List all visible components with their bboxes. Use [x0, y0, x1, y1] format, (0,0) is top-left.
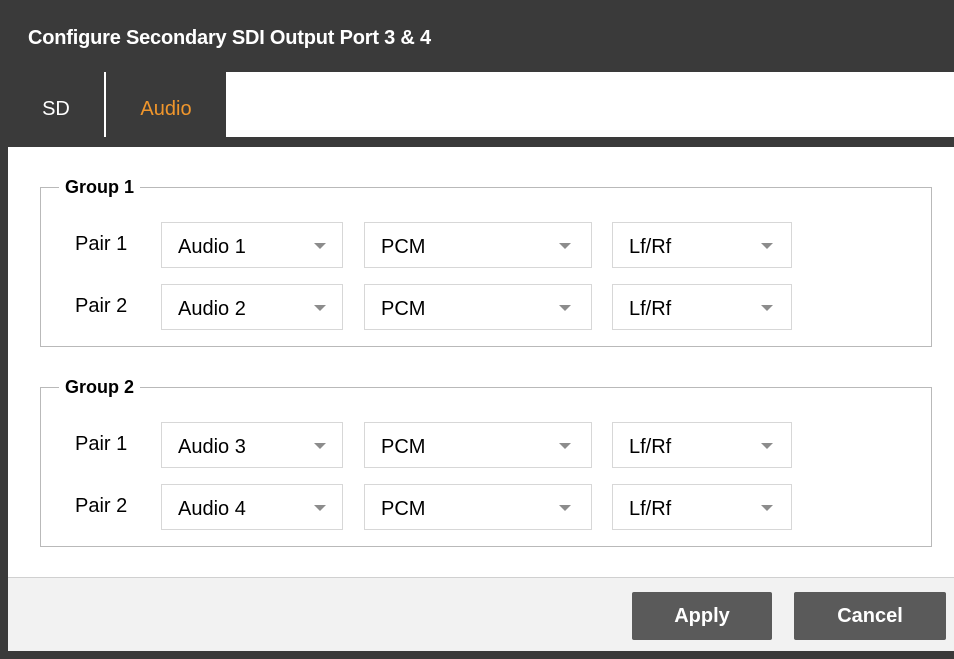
audio-channels-value: Lf/Rf	[629, 498, 672, 520]
group-2-pair-2-row: Pair 2 Audio 4 PCM Lf/Rf	[41, 484, 931, 530]
pair-label: Pair 1	[75, 433, 128, 455]
audio-source-value: Audio 2	[178, 298, 246, 320]
audio-source-value: Audio 1	[178, 236, 246, 258]
audio-format-value: PCM	[381, 236, 426, 258]
apply-button[interactable]: Apply	[632, 592, 772, 640]
chevron-down-icon	[761, 443, 773, 449]
audio-format-value: PCM	[381, 298, 426, 320]
group-1-pair-2-row: Pair 2 Audio 2 PCM Lf/Rf	[41, 284, 931, 330]
dialog-titlebar: Configure Secondary SDI Output Port 3 & …	[0, 0, 954, 72]
audio-channels-select[interactable]: Lf/Rf	[612, 284, 792, 330]
chevron-down-icon	[314, 305, 326, 311]
dialog-bottom-border	[0, 651, 954, 659]
tab-sd[interactable]: SD	[8, 72, 104, 137]
audio-channels-value: Lf/Rf	[629, 436, 672, 458]
group-2-legend: Group 2	[65, 377, 135, 397]
tab-underline	[8, 137, 954, 147]
audio-source-value: Audio 3	[178, 436, 246, 458]
audio-settings-panel: Group 1 Pair 1 Audio 1 PCM Lf/Rf Pair 2	[8, 147, 954, 577]
audio-source-select[interactable]: Audio 4	[161, 484, 343, 530]
audio-format-select[interactable]: PCM	[364, 284, 592, 330]
chevron-down-icon	[761, 243, 773, 249]
chevron-down-icon	[761, 305, 773, 311]
chevron-down-icon	[559, 505, 571, 511]
audio-format-value: PCM	[381, 498, 426, 520]
audio-source-select[interactable]: Audio 3	[161, 422, 343, 468]
pair-label: Pair 2	[75, 295, 128, 317]
configure-dialog: Configure Secondary SDI Output Port 3 & …	[0, 0, 954, 659]
audio-channels-select[interactable]: Lf/Rf	[612, 222, 792, 268]
audio-source-select[interactable]: Audio 1	[161, 222, 343, 268]
chevron-down-icon	[559, 443, 571, 449]
group-2-pair-1-row: Pair 1 Audio 3 PCM Lf/Rf	[41, 422, 931, 468]
dialog-footer: Apply Cancel	[8, 577, 954, 651]
audio-source-value: Audio 4	[178, 498, 246, 520]
tab-audio[interactable]: Audio	[106, 72, 226, 137]
cancel-button[interactable]: Cancel	[794, 592, 946, 640]
group-2-fieldset: Group 2 Pair 1 Audio 3 PCM Lf/Rf Pair 2	[40, 377, 932, 547]
pair-label: Pair 1	[75, 233, 128, 255]
audio-source-select[interactable]: Audio 2	[161, 284, 343, 330]
tab-bar: SD Audio	[8, 72, 954, 137]
group-1-pair-1-row: Pair 1 Audio 1 PCM Lf/Rf	[41, 222, 931, 268]
audio-channels-select[interactable]: Lf/Rf	[612, 422, 792, 468]
audio-format-select[interactable]: PCM	[364, 422, 592, 468]
pair-label: Pair 2	[75, 495, 128, 517]
audio-format-value: PCM	[381, 436, 426, 458]
chevron-down-icon	[314, 505, 326, 511]
chevron-down-icon	[314, 243, 326, 249]
audio-channels-select[interactable]: Lf/Rf	[612, 484, 792, 530]
chevron-down-icon	[559, 243, 571, 249]
audio-channels-value: Lf/Rf	[629, 298, 672, 320]
group-1-legend: Group 1	[65, 177, 135, 197]
chevron-down-icon	[761, 505, 773, 511]
group-1-fieldset: Group 1 Pair 1 Audio 1 PCM Lf/Rf Pair 2	[40, 177, 932, 347]
audio-format-select[interactable]: PCM	[364, 484, 592, 530]
dialog-title: Configure Secondary SDI Output Port 3 & …	[28, 27, 431, 49]
chevron-down-icon	[314, 443, 326, 449]
chevron-down-icon	[559, 305, 571, 311]
audio-format-select[interactable]: PCM	[364, 222, 592, 268]
audio-channels-value: Lf/Rf	[629, 236, 672, 258]
